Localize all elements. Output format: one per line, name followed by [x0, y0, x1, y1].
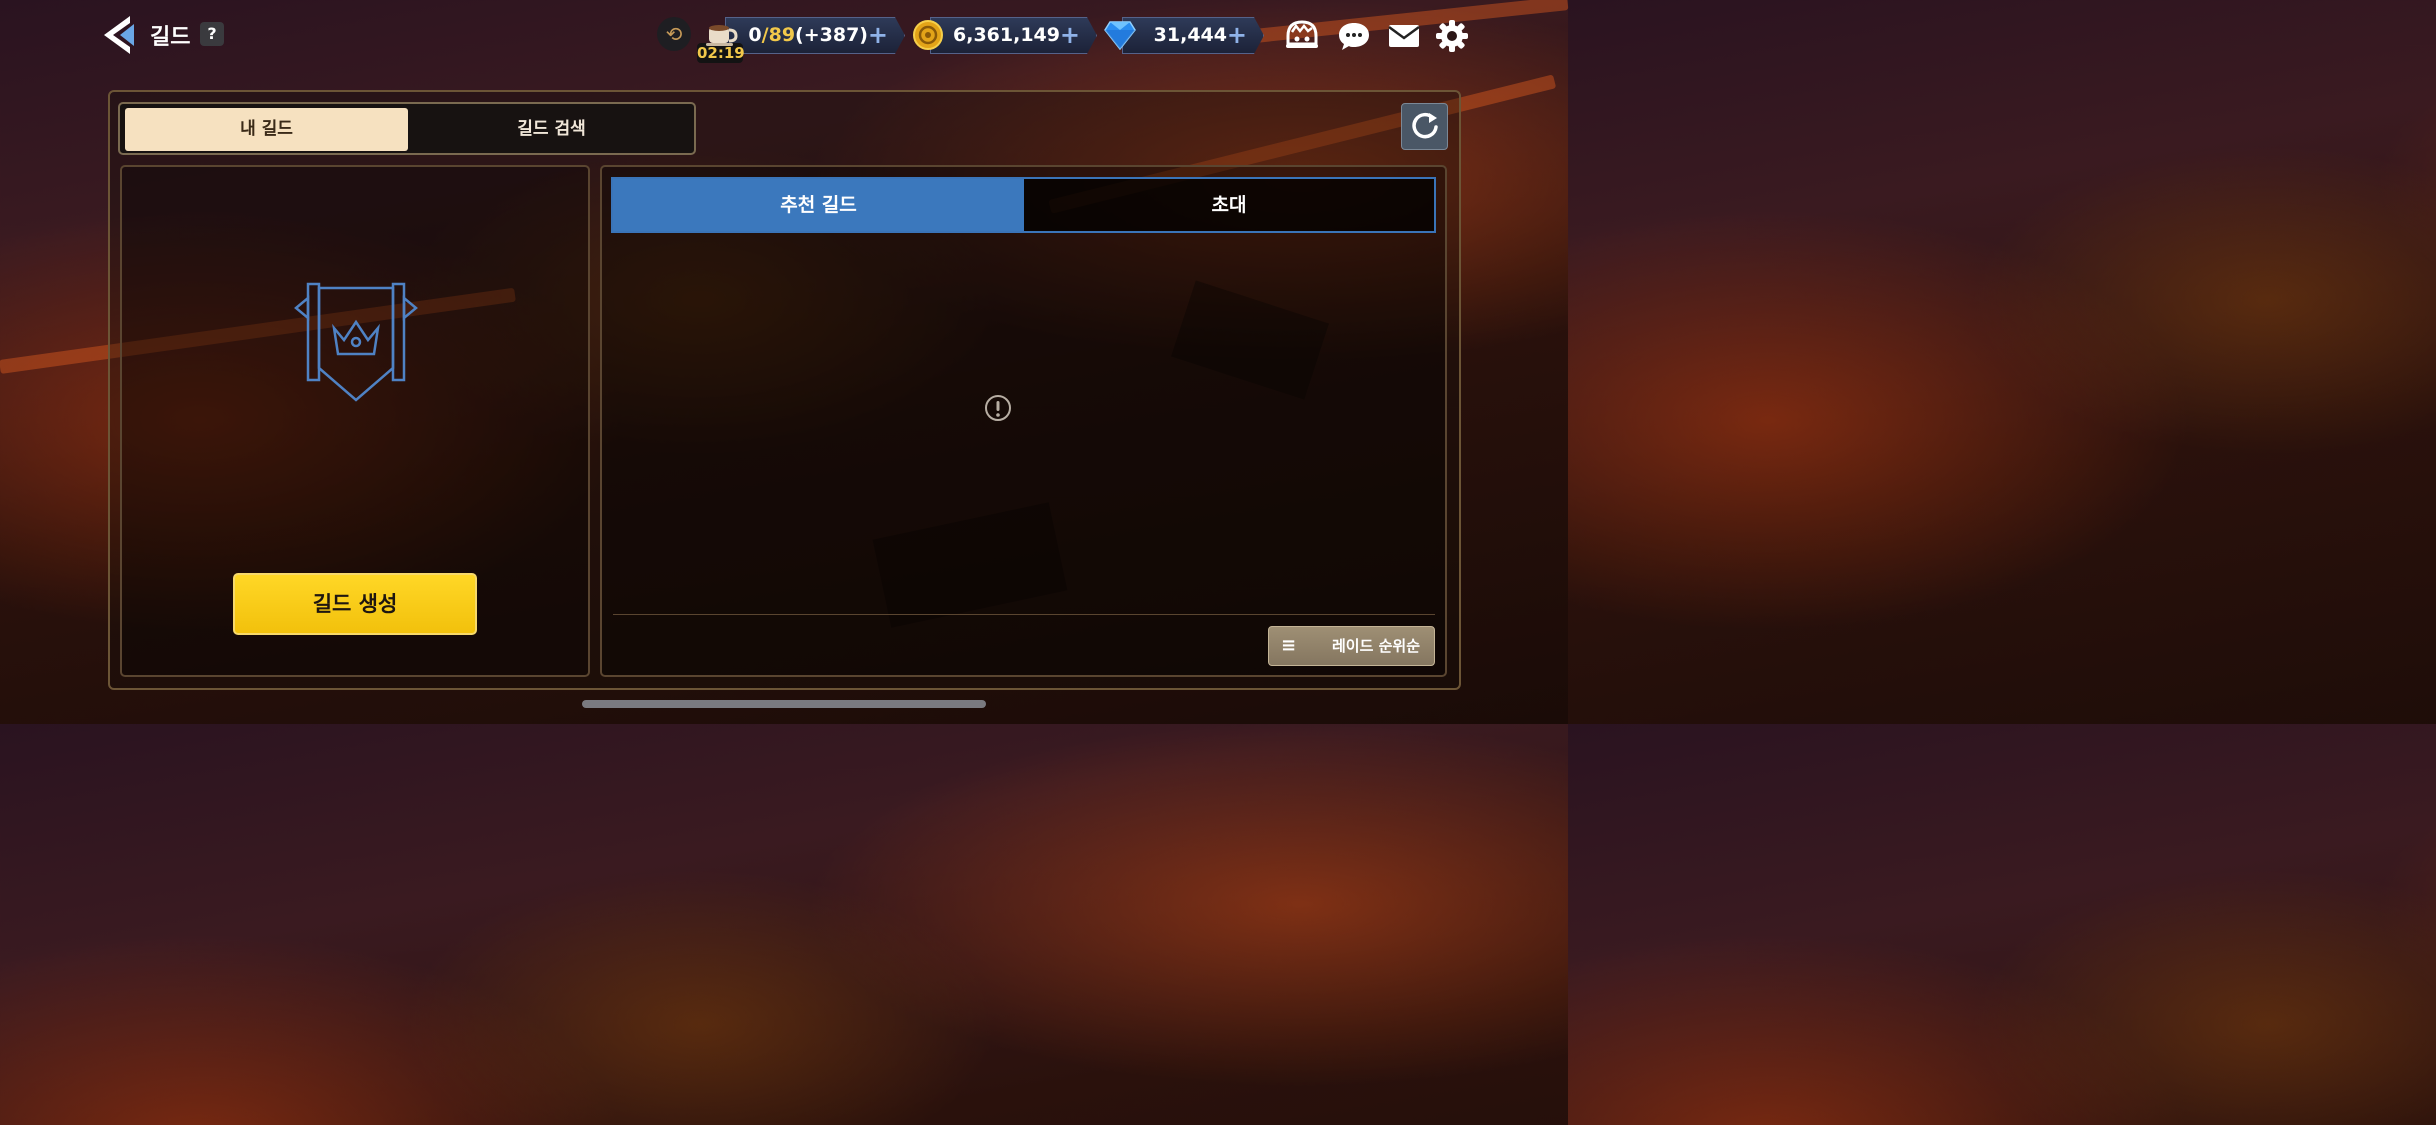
sort-raid-rank-button[interactable]: ≡ 레이드 순위순: [1268, 626, 1435, 666]
stamina-counter[interactable]: 0/89(+387) +: [725, 17, 905, 54]
home-indicator[interactable]: [582, 700, 986, 708]
guild-tabs: 내 길드 길드 검색: [118, 102, 696, 155]
tab-invitations[interactable]: 초대: [1024, 179, 1434, 231]
stamina-max: /89: [761, 24, 796, 46]
sort-label: 레이드 순위순: [1331, 637, 1420, 655]
mail-icon[interactable]: [1386, 18, 1422, 54]
list-divider: [613, 614, 1435, 615]
help-button[interactable]: ?: [200, 22, 224, 46]
gold-value: 6,361,149: [953, 24, 1060, 46]
gem-resource: 31,444 +: [1104, 17, 1264, 54]
sort-icon: ≡: [1281, 635, 1297, 656]
gold-coin-icon: [913, 20, 943, 50]
stamina-boost-icon[interactable]: ⟲: [657, 17, 691, 51]
create-guild-button[interactable]: 길드 생성: [233, 573, 477, 635]
guild-banner-crown-icon: [294, 282, 418, 402]
stamina-current: 0: [748, 24, 762, 46]
back-arrow-icon[interactable]: [100, 14, 140, 56]
gold-counter[interactable]: 6,361,149 +: [930, 17, 1097, 54]
gem-value: 31,444: [1153, 24, 1227, 46]
guild-list-tabs: 추천 길드 초대: [611, 177, 1436, 233]
gem-plus-icon[interactable]: +: [1227, 18, 1247, 53]
page-title: 길드: [150, 25, 191, 50]
gem-counter[interactable]: 31,444 +: [1122, 17, 1264, 54]
stamina-bonus: (+387): [795, 24, 868, 46]
guild-list-panel: [600, 165, 1447, 677]
coffee-cup-icon: [706, 25, 738, 46]
diamond-icon: [1104, 21, 1136, 50]
guild-mascot-icon[interactable]: [1284, 18, 1320, 54]
top-bar: 길드 ? ⟲ 0/89(+387) + 02:19 6,361,149 + 31…: [0, 0, 1568, 72]
gold-resource: 6,361,149 +: [912, 17, 1097, 54]
gear-icon[interactable]: [1434, 18, 1470, 54]
tab-my-guild[interactable]: 내 길드: [125, 108, 408, 151]
stamina-plus-icon[interactable]: +: [868, 18, 888, 53]
gold-plus-icon[interactable]: +: [1060, 18, 1080, 53]
refresh-button[interactable]: [1401, 103, 1448, 150]
refresh-icon: [1412, 112, 1438, 139]
chat-icon[interactable]: [1336, 18, 1372, 54]
tab-recommended-guilds[interactable]: 추천 길드: [613, 179, 1024, 231]
empty-exclamation-icon: [985, 395, 1011, 421]
tab-guild-search[interactable]: 길드 검색: [410, 108, 693, 151]
